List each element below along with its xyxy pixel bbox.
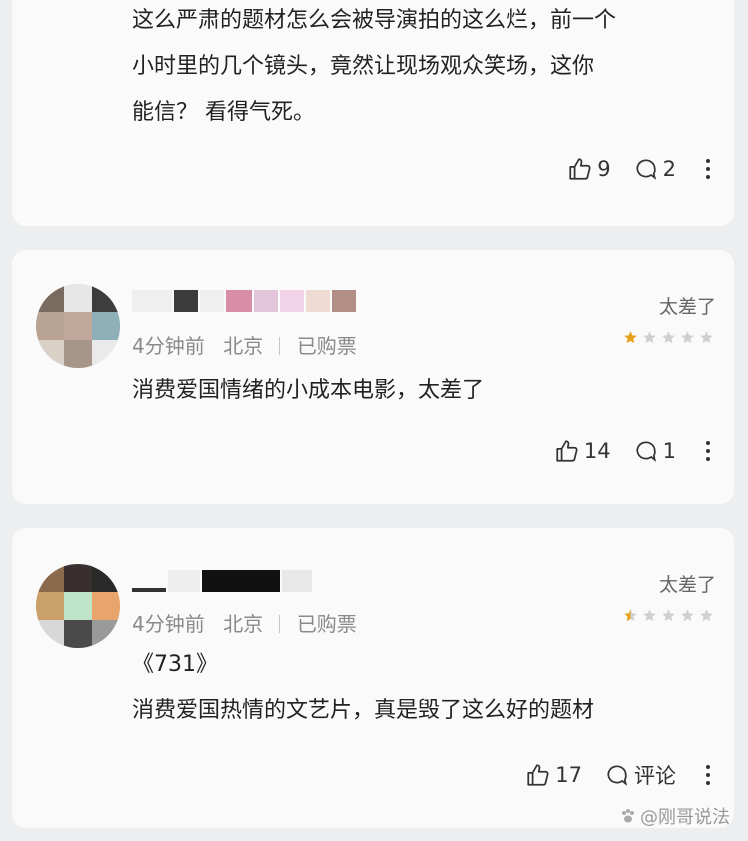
watermark: @刚哥说法 <box>620 803 730 829</box>
more-vertical-icon <box>706 441 710 461</box>
ticket-badge: 已购票 <box>296 612 357 636</box>
reply-count: 1 <box>662 439 676 463</box>
comment-location: 北京 <box>223 612 264 636</box>
more-options-button[interactable] <box>704 157 712 181</box>
star-rating <box>619 330 714 345</box>
comment-card-1: 这么严肃的题材怎么会被导演拍的这么烂，前一个 小时里的几个镜头，竟然让现场观众笑… <box>12 0 734 226</box>
comment-meta: 4分钟前 北京 已购票 <box>132 608 357 637</box>
comment-line: 小时里的几个镜头，竟然让现场观众笑场，这你 <box>132 54 595 79</box>
comment-line: 这么严肃的题材怎么会被导演拍的这么烂，前一个 <box>132 8 617 33</box>
like-button[interactable]: 9 <box>567 156 611 182</box>
reply-button[interactable]: 1 <box>633 438 676 464</box>
like-button[interactable]: 14 <box>554 438 611 464</box>
star-rating <box>619 608 714 623</box>
ticket-badge: 已购票 <box>296 334 357 358</box>
username-redacted <box>132 282 358 312</box>
reply-label: 评论 <box>634 764 676 788</box>
comment-line: 消费爱国热情的文艺片，真是毁了这么好的题材 <box>132 698 595 723</box>
thumbs-up-icon <box>556 440 578 462</box>
star-filled-icon <box>624 331 637 344</box>
meta-divider <box>279 615 281 633</box>
like-button[interactable]: 17 <box>525 762 582 788</box>
comment-card-2: 太差了 4分钟前 北京 已购票 消费爱国情绪的小成本电影，太差了 14 1 <box>12 250 734 504</box>
avatar[interactable] <box>36 284 120 368</box>
meta-divider <box>279 337 281 355</box>
rating-label: 太差了 <box>658 296 716 318</box>
comment-body: 这么严肃的题材怎么会被导演拍的这么烂，前一个 小时里的几个镜头，竟然让现场观众笑… <box>132 0 616 136</box>
star-empty-icon <box>643 331 656 344</box>
star-empty-icon <box>681 609 694 622</box>
comment-meta: 4分钟前 北京 已购票 <box>132 330 357 359</box>
star-empty-icon <box>662 331 675 344</box>
reply-count: 2 <box>662 157 676 181</box>
star-half-icon <box>624 609 637 622</box>
more-options-button[interactable] <box>704 763 712 787</box>
comment-actions: 14 1 <box>532 438 712 464</box>
comment-bubble-icon <box>636 159 656 180</box>
comment-body: 《731》 消费爱国热情的文艺片，真是毁了这么好的题材 <box>132 642 594 734</box>
star-empty-icon <box>643 609 656 622</box>
comment-card-3: 太差了 4分钟前 北京 已购票 《731》 消费爱国热情的文艺片，真是毁了这么好… <box>12 528 734 828</box>
comment-time: 4分钟前 <box>132 612 205 636</box>
more-vertical-icon <box>706 765 710 785</box>
avatar[interactable] <box>36 564 120 648</box>
comment-time: 4分钟前 <box>132 334 205 358</box>
comment-actions: 9 2 <box>545 156 712 182</box>
more-vertical-icon <box>706 159 710 179</box>
comment-line: 消费爱国情绪的小成本电影，太差了 <box>132 378 485 403</box>
star-empty-icon <box>700 609 713 622</box>
paw-logo-icon <box>622 809 634 823</box>
thumbs-up-icon <box>569 158 591 180</box>
comment-location: 北京 <box>223 334 264 358</box>
watermark-text: @刚哥说法 <box>640 807 730 828</box>
comment-line: 《731》 <box>132 652 218 677</box>
comment-bubble-icon <box>636 441 656 462</box>
comment-body: 消费爱国情绪的小成本电影，太差了 <box>132 368 484 414</box>
star-empty-icon <box>662 609 675 622</box>
like-count: 14 <box>583 439 611 463</box>
thumbs-up-icon <box>527 764 549 786</box>
more-options-button[interactable] <box>704 439 712 463</box>
rating-label: 太差了 <box>658 574 716 596</box>
username-redacted <box>132 562 314 592</box>
comment-bubble-icon <box>607 765 628 786</box>
reply-button[interactable]: 评论 <box>604 760 676 790</box>
like-count: 9 <box>597 157 611 181</box>
comment-actions: 17 评论 <box>503 760 712 790</box>
like-count: 17 <box>555 763 582 787</box>
reply-button[interactable]: 2 <box>633 156 676 182</box>
comment-line: 能信？ 看得气死。 <box>132 100 315 125</box>
star-empty-icon <box>700 331 713 344</box>
star-empty-icon <box>681 331 694 344</box>
